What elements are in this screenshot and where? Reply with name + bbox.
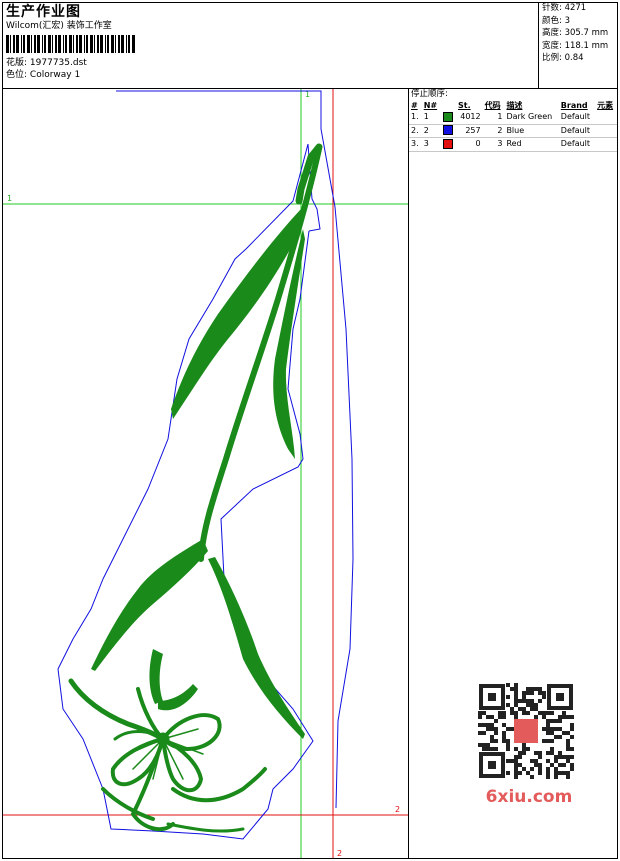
- row-element: [595, 111, 617, 125]
- colorway-value: Colorway 1: [29, 70, 81, 80]
- table-row: 2. 2 257 2 Blue Default: [409, 124, 617, 138]
- table-row: 1. 1 4012 1 Dark Green Default: [409, 111, 617, 125]
- sheet-title: 生产作业图: [6, 4, 81, 20]
- stop-sequence-table: # N# St. 代码 描述 Brand 元素 1. 1 4012 1 Dark Gre…: [409, 100, 617, 152]
- green-guide-label-h: 1: [7, 194, 12, 203]
- stat-width: 宽度: 118.1 mm: [539, 40, 619, 53]
- row-needle: 2: [421, 124, 441, 138]
- stat-label: 宽度:: [542, 40, 562, 51]
- embroidery-leaf-lower: [91, 539, 305, 739]
- row-index: 2.: [409, 124, 422, 138]
- stat-height: 高度: 305.7 mm: [539, 27, 619, 40]
- row-stitches: 4012: [455, 111, 483, 125]
- stop-sequence-panel: 停止顺序: # N# St. 代码 描述 Brand 元素 1. 1 4012 1 Da…: [409, 89, 617, 152]
- col-description: 描述: [506, 101, 523, 110]
- stat-label: 高度:: [542, 28, 562, 38]
- panel-divider: [408, 88, 409, 859]
- row-needle: 3: [421, 137, 441, 152]
- design-file-value: 1977735.dst: [29, 58, 87, 68]
- qr-code-icon: [478, 683, 574, 779]
- row-code: 1: [482, 111, 505, 125]
- red-guide-label-h: 2: [395, 805, 400, 814]
- row-index: 3.: [409, 137, 422, 152]
- table-row: 3. 3 0 3 Red Default: [409, 137, 617, 152]
- colorway-label: 色位:: [6, 70, 28, 80]
- blue-outline-stitch: [57, 90, 354, 840]
- stat-value: 3: [564, 15, 570, 26]
- stat-label: 颜色:: [542, 15, 562, 26]
- col-stitches: St.: [457, 101, 471, 110]
- row-code: 2: [482, 124, 505, 138]
- row-element: [595, 124, 617, 138]
- row-description: Red: [504, 137, 559, 152]
- col-brand: Brand: [560, 101, 588, 110]
- stat-value: 305.7 mm: [564, 28, 609, 38]
- row-description: Blue: [504, 124, 559, 138]
- barcode: [6, 35, 135, 53]
- row-description: Dark Green: [504, 111, 559, 125]
- row-brand: Default: [558, 137, 596, 152]
- watermark: 6xiu.com: [470, 683, 588, 813]
- row-swatch: [440, 137, 456, 152]
- design-file-row: 花版: 1977735.dst: [6, 57, 536, 69]
- stats-panel: 针数: 4271 颜色: 3 高度: 305.7 mm 宽度: 118.1 mm…: [538, 2, 619, 88]
- design-file-label: 花版:: [6, 58, 28, 68]
- colorway-row: 色位: Colorway 1: [6, 69, 536, 81]
- col-code: 代码: [484, 101, 501, 110]
- row-brand: Default: [558, 111, 596, 125]
- col-swatch: [441, 100, 456, 111]
- row-index: 1.: [409, 111, 422, 125]
- stat-colors: 颜色: 3: [539, 15, 619, 28]
- stat-label: 比例:: [542, 53, 562, 63]
- row-brand: Default: [558, 124, 596, 138]
- color-swatch: [442, 125, 453, 135]
- stat-scale: 比例: 0.84: [539, 52, 619, 65]
- row-stitches: 257: [455, 124, 483, 138]
- stat-value: 4271: [564, 3, 587, 13]
- stat-label: 针数:: [542, 3, 562, 13]
- row-code: 3: [482, 137, 505, 152]
- color-swatch: [442, 111, 453, 122]
- row-swatch: [440, 111, 456, 125]
- stat-stitches: 针数: 4271: [539, 2, 619, 15]
- seal-icon: [514, 719, 538, 743]
- table-header-row: # N# St. 代码 描述 Brand 元素: [409, 100, 617, 111]
- color-swatch: [442, 138, 453, 149]
- red-guide-label-v: 2: [337, 849, 342, 858]
- stat-value: 118.1 mm: [564, 40, 609, 51]
- company-name: Wilcom(汇宏) 装饰工作室: [6, 21, 112, 31]
- col-index: #: [411, 101, 418, 110]
- design-preview: 1 1 2 2: [3, 89, 408, 858]
- stop-sequence-title: 停止顺序:: [411, 89, 448, 99]
- row-needle: 1: [421, 111, 441, 125]
- header-info: 生产作业图 Wilcom(汇宏) 装饰工作室 花版: 1977735.dst 色…: [6, 4, 536, 88]
- row-stitches: 0: [455, 137, 483, 152]
- stat-value: 0.84: [564, 53, 584, 63]
- col-needle: N#: [423, 101, 438, 110]
- row-swatch: [440, 124, 456, 138]
- row-element: [595, 137, 617, 152]
- watermark-text: 6xiu.com: [485, 787, 573, 807]
- col-element: 元素: [597, 101, 614, 110]
- embroidery-design: 1 1 2 2: [3, 89, 408, 858]
